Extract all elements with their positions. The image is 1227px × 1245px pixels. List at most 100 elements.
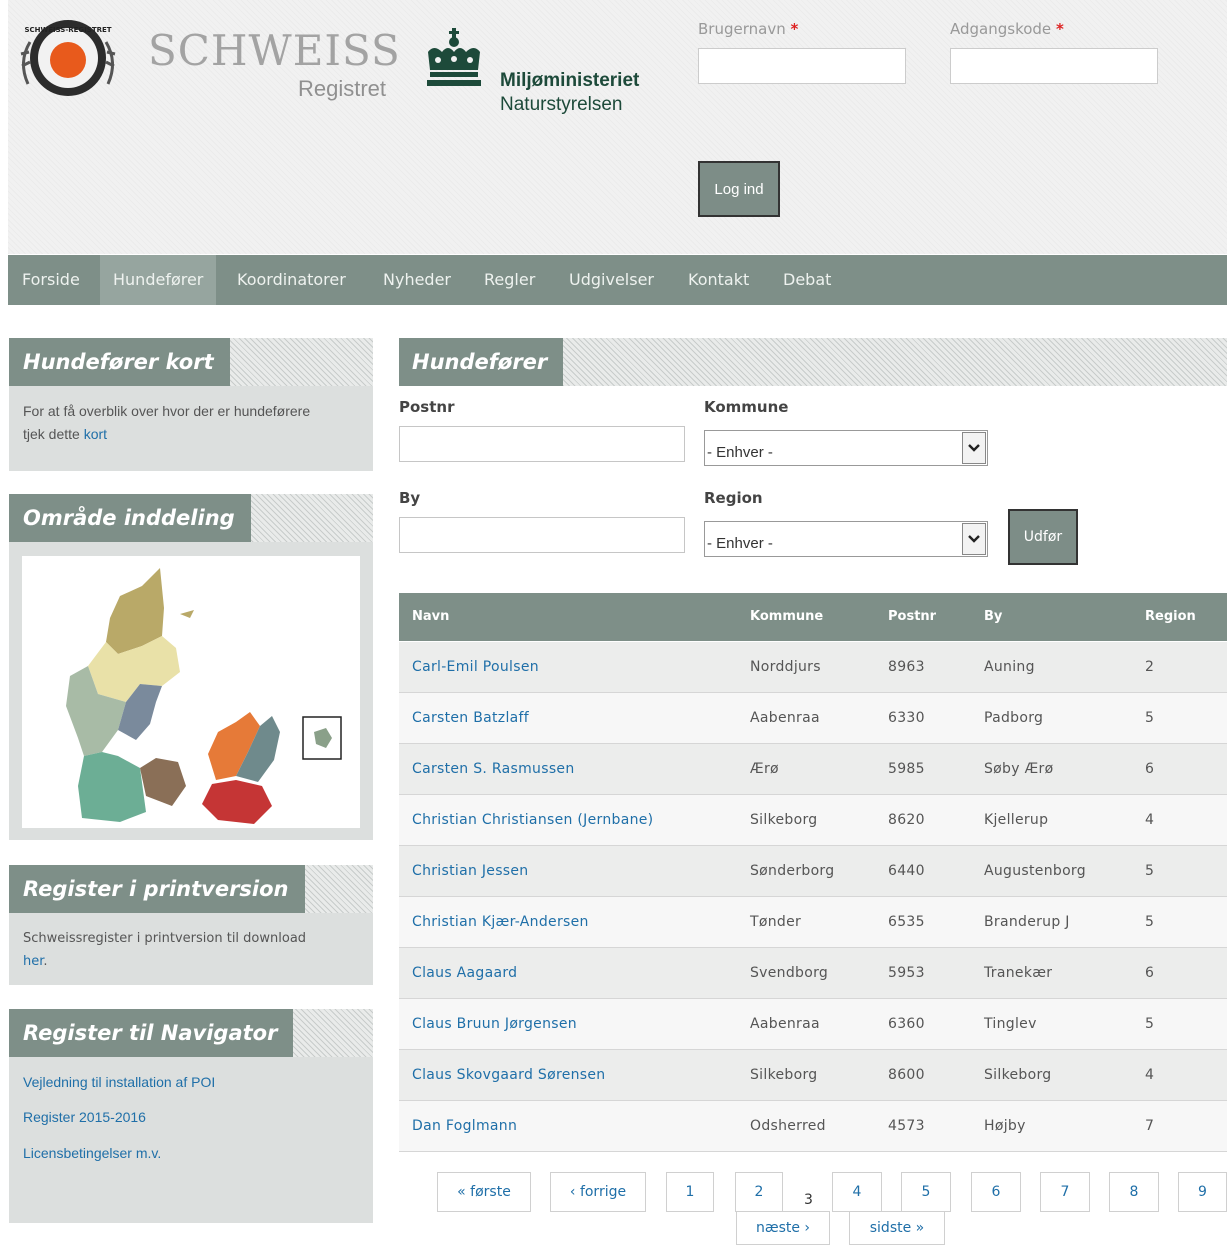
row-by: Padborg [984, 710, 1044, 726]
kommune-label: Kommune [704, 398, 789, 416]
pager-page-2[interactable]: 2 [735, 1172, 783, 1212]
table-row: Christian Christiansen (Jernbane) Silkeb… [399, 795, 1227, 846]
chevron-down-icon[interactable] [962, 432, 986, 464]
nav-item-hundefoerer[interactable]: Hundefører [100, 255, 217, 305]
print-block-text: Schweissregister i printversion til down… [23, 927, 306, 973]
column-header-postnr[interactable]: Postnr [888, 593, 936, 641]
row-name-link[interactable]: Carsten Batzlaff [412, 693, 529, 743]
row-name-link[interactable]: Carl-Emil Poulsen [412, 642, 539, 692]
password-input[interactable] [950, 48, 1158, 84]
row-postnr: 8620 [888, 812, 925, 828]
table-row: Claus Bruun Jørgensen Aabenraa 6360 Ting… [399, 999, 1227, 1050]
row-name-link[interactable]: Claus Skovgaard Sørensen [412, 1050, 605, 1100]
row-by: Tranekær [984, 965, 1053, 981]
pager-page-5[interactable]: 5 [901, 1172, 951, 1212]
pager-page-1[interactable]: 1 [666, 1172, 714, 1212]
nav-item-regler[interactable]: Regler [484, 255, 535, 305]
row-postnr: 6330 [888, 710, 925, 726]
row-region: 7 [1145, 1118, 1155, 1134]
denmark-region-map[interactable] [22, 556, 360, 828]
nav-item-udgivelser[interactable]: Udgivelser [569, 255, 654, 305]
schweiss-seal-logo[interactable]: SCHWEISS-REGISTRET [16, 14, 120, 104]
column-header-navn[interactable]: Navn [412, 593, 449, 641]
map-region-south [78, 752, 146, 822]
row-postnr: 5985 [888, 761, 925, 777]
block-header: Hundefører kort [9, 338, 373, 386]
row-name-link[interactable]: Carsten S. Rasmussen [412, 744, 575, 794]
row-by: Højby [984, 1118, 1026, 1134]
row-kommune: Aabenraa [750, 1016, 820, 1032]
row-name-link[interactable]: Christian Jessen [412, 846, 529, 896]
row-region: 6 [1145, 965, 1155, 981]
pager-page-4[interactable]: 4 [832, 1172, 882, 1212]
map-block-line2: tjek dette kort [23, 423, 310, 446]
row-by: Branderup J [984, 914, 1070, 930]
ministry-name: Miljøministeriet [500, 70, 640, 91]
password-label-text: Adgangskode [950, 20, 1052, 38]
pager-next[interactable]: næste › [736, 1211, 830, 1245]
row-by: Kjellerup [984, 812, 1049, 828]
region-select-value: - Enhver - [707, 535, 773, 552]
row-region: 5 [1145, 710, 1155, 726]
row-kommune: Odsherred [750, 1118, 826, 1134]
pager-page-9[interactable]: 9 [1178, 1172, 1227, 1212]
block-title: Register til Navigator [9, 1009, 294, 1057]
row-region: 6 [1145, 761, 1155, 777]
required-mark: * [790, 20, 799, 38]
map-region-lolland [202, 780, 272, 824]
nav-item-kontakt[interactable]: Kontakt [688, 255, 749, 305]
table-row: Claus Aagaard Svendborg 5953 Tranekær 6 [399, 948, 1227, 999]
row-kommune: Silkeborg [750, 1067, 818, 1083]
nav-item-nyheder[interactable]: Nyheder [383, 255, 451, 305]
required-mark: * [1055, 20, 1064, 38]
postnr-input[interactable] [399, 426, 685, 462]
chevron-down-icon[interactable] [962, 523, 986, 555]
poi-guide-link[interactable]: Vejledning til installation af POI [23, 1071, 215, 1094]
map-block-text: For at få overblik over hvor der er hund… [23, 400, 310, 446]
row-kommune: Norddjurs [750, 659, 821, 675]
row-name-link[interactable]: Claus Aagaard [412, 948, 517, 998]
row-postnr: 8600 [888, 1067, 925, 1083]
row-name-link[interactable]: Claus Bruun Jørgensen [412, 999, 577, 1049]
username-input[interactable] [698, 48, 906, 84]
row-by: Tinglev [984, 1016, 1037, 1032]
print-download-link[interactable]: her [23, 954, 43, 969]
region-select[interactable]: - Enhver - [704, 521, 988, 557]
login-button[interactable]: Log ind [698, 161, 780, 217]
nav-item-koordinatorer[interactable]: Koordinatorer [237, 255, 346, 305]
row-postnr: 4573 [888, 1118, 925, 1134]
row-region: 5 [1145, 863, 1155, 879]
pager-last[interactable]: sidste » [849, 1211, 945, 1245]
row-name-link[interactable]: Christian Christiansen (Jernbane) [412, 795, 653, 845]
pager-page-8[interactable]: 8 [1109, 1172, 1159, 1212]
table-row: Dan Foglmann Odsherred 4573 Højby 7 [399, 1101, 1227, 1152]
site-name[interactable]: SCHWEISS [148, 30, 401, 72]
column-header-kommune[interactable]: Kommune [750, 593, 823, 641]
license-link[interactable]: Licensbetingelser m.v. [23, 1142, 161, 1165]
map-link[interactable]: kort [84, 426, 107, 442]
map-block-line2-text: tjek dette [23, 426, 80, 442]
by-input[interactable] [399, 517, 685, 553]
nav-item-debat[interactable]: Debat [783, 255, 831, 305]
kommune-select[interactable]: - Enhver - [704, 430, 988, 466]
print-block-line2: her. [23, 950, 306, 973]
block-title: Hundefører kort [9, 338, 230, 386]
pager-previous[interactable]: ‹ forrige [550, 1172, 646, 1212]
table-row: Christian Kjær-Andersen Tønder 6535 Bran… [399, 897, 1227, 948]
pager-page-7[interactable]: 7 [1040, 1172, 1090, 1212]
column-header-by[interactable]: By [984, 593, 1002, 641]
pager-first[interactable]: « første [437, 1172, 531, 1212]
crown-logo[interactable] [422, 26, 492, 90]
pager-page-6[interactable]: 6 [971, 1172, 1021, 1212]
column-header-region[interactable]: Region [1145, 593, 1196, 641]
row-name-link[interactable]: Christian Kjær-Andersen [412, 897, 589, 947]
row-name-link[interactable]: Dan Foglmann [412, 1101, 517, 1151]
nav-item-forside[interactable]: Forside [22, 255, 80, 305]
row-kommune: Silkeborg [750, 812, 818, 828]
row-by: Auning [984, 659, 1035, 675]
submit-button[interactable]: Udfør [1008, 509, 1078, 565]
row-by: Silkeborg [984, 1067, 1052, 1083]
row-by: Augustenborg [984, 863, 1086, 879]
table-row: Carsten Batzlaff Aabenraa 6330 Padborg 5 [399, 693, 1227, 744]
register-2015-link[interactable]: Register 2015-2016 [23, 1106, 146, 1129]
